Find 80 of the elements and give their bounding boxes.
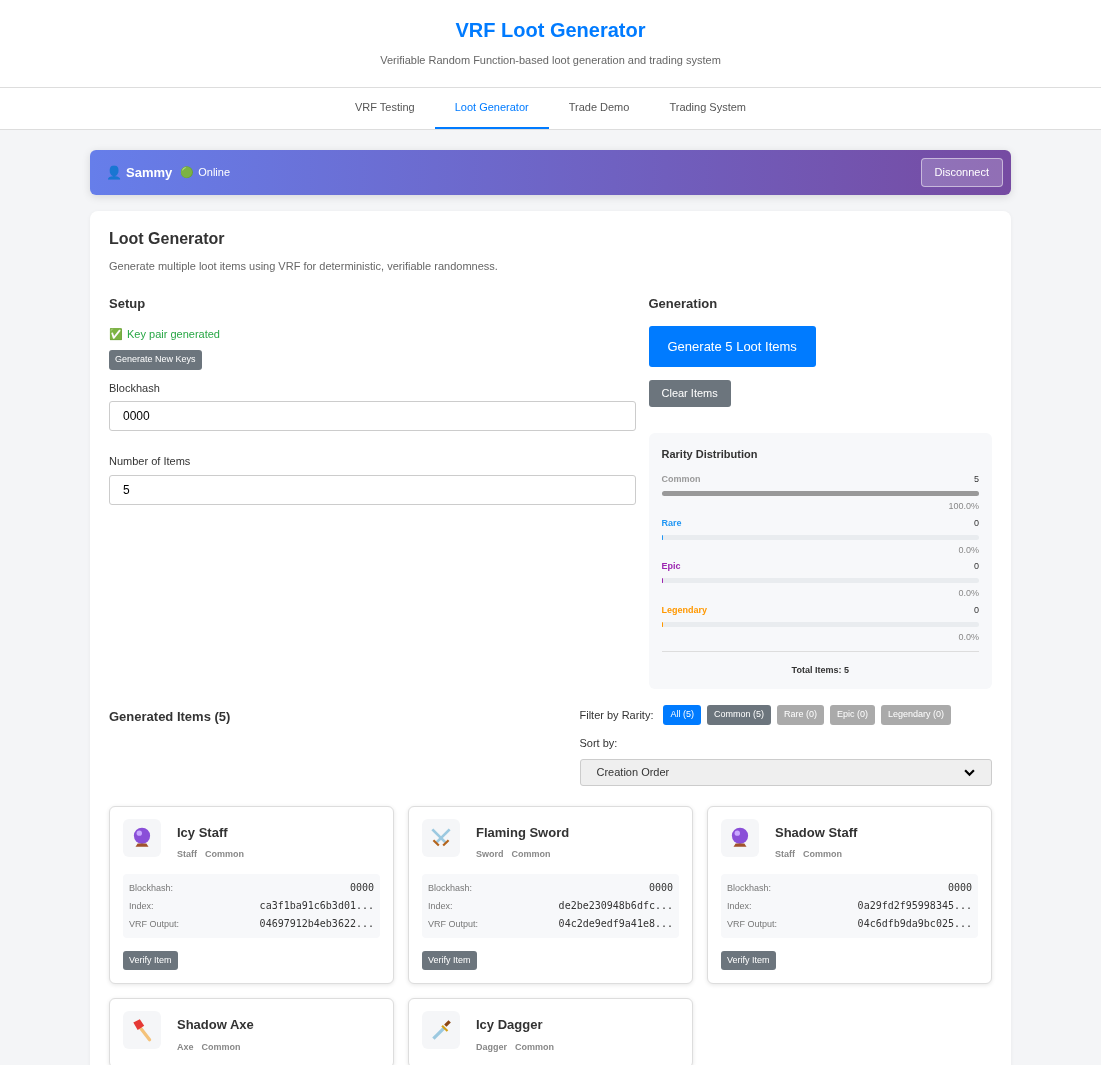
generate-button[interactable]: Generate 5 Loot Items [648, 325, 816, 368]
section-heading: Setup [109, 295, 147, 314]
page-title: VRF Loot Generator [454, 18, 647, 42]
status-icon: 🟢 [180, 164, 195, 181]
item-name: Icy Staff [177, 823, 229, 842]
rarity-name: Common [661, 474, 701, 485]
page-subtitle: Verifiable Random Function-based loot generation and trading system [379, 53, 722, 68]
detail-value: 04c2de9edf9a41e8... [558, 916, 673, 931]
detail-value: ca3f1ba91c6b3d01... [259, 898, 374, 913]
section-heading: Generation [648, 295, 719, 314]
input-field[interactable]: 5 [109, 474, 636, 505]
item-type: Dagger [476, 1040, 507, 1054]
field-label: Blockhash [109, 380, 161, 396]
generate-keys-button[interactable]: Generate New Keys [109, 350, 202, 370]
distribution-title: Rarity Distribution [661, 446, 759, 462]
rarity-count: 0 [974, 517, 979, 529]
rarity-percent: 0.0% [957, 544, 979, 556]
nav-tab[interactable]: Loot Generator [434, 87, 549, 129]
total-items: Total Items: 5 [661, 650, 979, 678]
nav-tab[interactable]: Trading System [649, 87, 767, 129]
panel-title: Loot Generator [109, 228, 226, 248]
detail-value: 0000 [947, 880, 972, 895]
detail-value: 0000 [349, 880, 374, 895]
detail-value: 0a29fd2f95998345... [857, 898, 972, 913]
rarity-percent: 100.0% [947, 501, 979, 512]
nav-tab[interactable]: VRF Testing [334, 87, 435, 129]
item-rarity: Common [803, 848, 842, 862]
detail-label: VRF Output: [428, 917, 479, 931]
detail-label: VRF Output: [727, 917, 778, 931]
check-icon: ✅ [109, 325, 123, 343]
clear-button[interactable]: Clear Items [648, 380, 731, 407]
disconnect-button[interactable]: Disconnect [920, 158, 1003, 187]
detail-label: Index: [129, 899, 154, 913]
detail-value: 0000 [648, 880, 673, 895]
detail-value: 04697912b4eb3622... [259, 916, 374, 931]
rarity-percent: 0.0% [957, 631, 979, 643]
item-type: Staff [775, 848, 795, 862]
rarity-count: 0 [974, 561, 979, 573]
item-type: Axe [177, 1040, 194, 1054]
item-type: Staff [177, 848, 197, 862]
input-field[interactable]: 0000 [109, 401, 636, 432]
item-type: Sword [476, 848, 504, 862]
detail-label: Index: [727, 899, 752, 913]
detail-label: Blockhash: [129, 881, 174, 895]
rarity-name: Rare [661, 517, 682, 529]
detail-label: Index: [428, 899, 453, 913]
section-heading: Generated Items (5) [109, 708, 232, 727]
key-status: Key pair generated [127, 326, 220, 342]
rarity-name: Epic [661, 561, 681, 573]
sort-label: Sort by: [579, 735, 619, 751]
verify-button[interactable]: Verify Item [123, 950, 178, 971]
username: Sammy [126, 163, 173, 182]
item-rarity: Common [205, 848, 244, 862]
filter-label: Filter by Rarity: [579, 707, 654, 723]
verify-button[interactable]: Verify Item [422, 950, 477, 971]
item-name: Flaming Sword [476, 823, 570, 842]
item-rarity: Common [511, 848, 551, 862]
panel-description: Generate multiple loot items using VRF for deterministic, verifiable randomness. [109, 258, 499, 274]
detail-label: VRF Output: [129, 917, 180, 931]
user-icon: 👤 [106, 162, 122, 182]
detail-value: 04c6dfb9da9bc025... [857, 916, 972, 931]
filter-button[interactable]: All (5) [663, 705, 701, 725]
status-text: Online [198, 165, 231, 180]
nav-tab[interactable]: Trade Demo [548, 87, 650, 129]
filter-button[interactable]: Common (5) [707, 705, 771, 725]
detail-label: Blockhash: [428, 881, 473, 895]
item-rarity: Common [515, 1040, 554, 1054]
rarity-name: Legendary [661, 604, 707, 616]
sort-select[interactable]: Creation Order [579, 759, 992, 786]
rarity-count: 5 [974, 474, 979, 485]
rarity-count: 0 [974, 604, 979, 616]
item-name: Shadow Staff [775, 823, 858, 842]
field-label: Number of Items [109, 454, 192, 470]
item-name: Icy Dagger [476, 1016, 544, 1035]
detail-label: Blockhash: [727, 881, 772, 895]
item-rarity: Common [201, 1040, 241, 1054]
rarity-percent: 0.0% [957, 588, 979, 599]
item-name: Shadow Axe [177, 1016, 254, 1035]
verify-button[interactable]: Verify Item [721, 950, 776, 971]
detail-value: de2be230948b6dfc... [558, 898, 673, 913]
